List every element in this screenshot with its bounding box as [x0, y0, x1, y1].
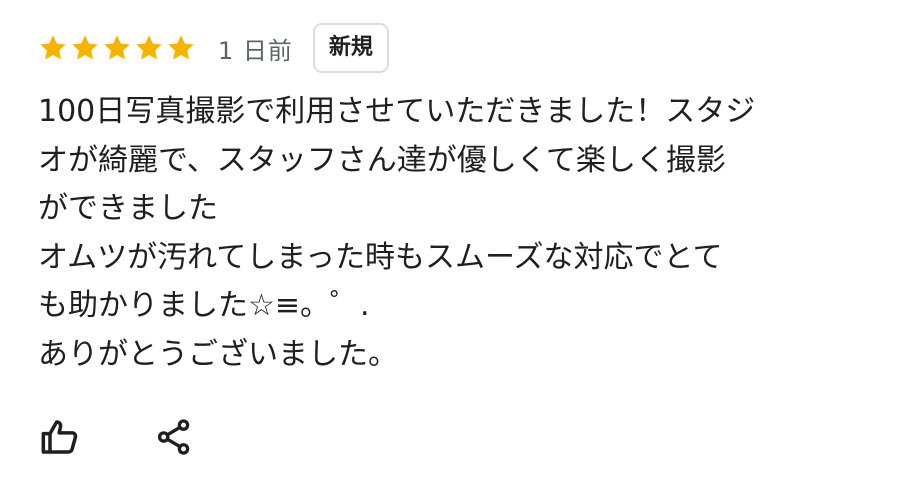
review-text: 100日写真撮影で利用させていただきました！スタジ オが綺麗で、スタッフさん達が…	[38, 94, 756, 372]
star-icon	[40, 35, 66, 60]
share-button[interactable]	[152, 415, 196, 459]
star-icon	[104, 35, 130, 60]
share-icon	[157, 419, 190, 455]
new-badge: 新規	[312, 23, 389, 73]
review-date: 1 日前	[218, 36, 293, 65]
star-rating	[38, 33, 196, 63]
like-button[interactable]	[38, 415, 82, 459]
star-icon	[136, 35, 162, 60]
star-icon	[72, 35, 98, 60]
review-card: 1 日前 新規 100日写真撮影で利用させていただきました！スタジ オが綺麗で、…	[0, 0, 900, 493]
review-header: 1 日前 新規	[38, 22, 389, 74]
thumbs-up-icon	[41, 420, 78, 454]
star-icon	[168, 35, 194, 60]
review-actions	[38, 415, 196, 459]
